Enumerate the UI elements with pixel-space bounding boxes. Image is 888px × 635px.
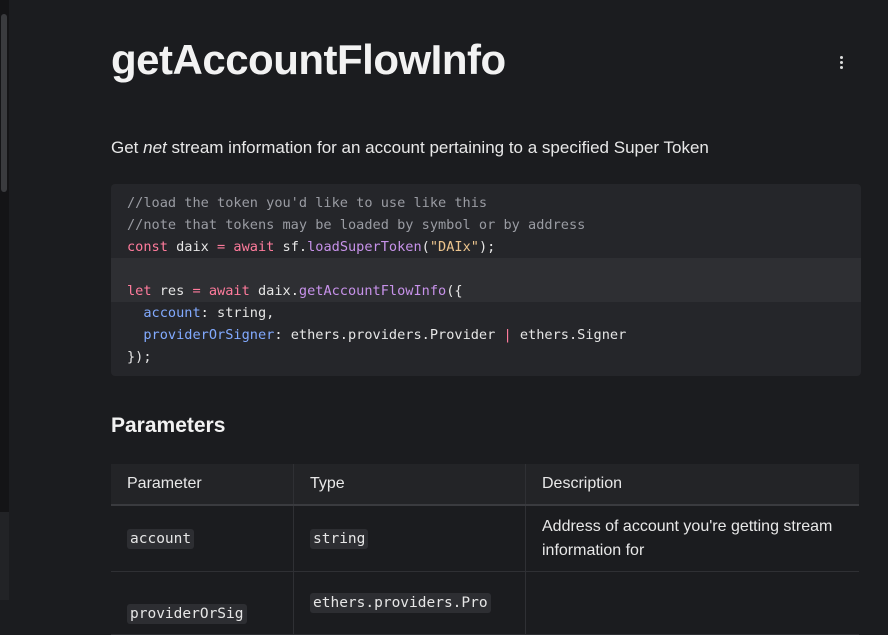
code-line: //load the token you'd like to use like …	[127, 195, 488, 211]
table-row: providerOrSig ethers.providers.Pro	[111, 571, 859, 635]
param-type: string	[310, 528, 369, 549]
code-line: account: string,	[127, 305, 275, 321]
parameters-heading: Parameters	[111, 414, 226, 437]
code-line: providerOrSigner: ethers.providers.Provi…	[127, 327, 627, 343]
type-cell: ethers.providers.Pro	[293, 571, 526, 635]
code-line: const daix = await sf.loadSuperToken("DA…	[127, 239, 496, 255]
code-block: //load the token you'd like to use like …	[111, 184, 861, 376]
more-vertical-icon[interactable]	[833, 54, 849, 76]
param-cell: account	[111, 505, 294, 572]
description-cell: Address of account you're getting stream…	[525, 505, 859, 572]
param-name: providerOrSig	[127, 604, 247, 624]
column-header-description: Description	[525, 464, 859, 506]
param-description: Address of account you're getting stream…	[542, 517, 833, 559]
scrollbar-thumb[interactable]	[1, 14, 7, 192]
intro-text: Get net stream information for an accoun…	[111, 138, 709, 157]
scrollbar[interactable]	[0, 0, 9, 600]
parameters-table: Parameter Type Description account strin…	[111, 464, 859, 635]
type-cell: string	[293, 505, 526, 572]
code-line: //note that tokens may be loaded by symb…	[127, 217, 586, 233]
param-name: account	[127, 528, 195, 549]
scrollbar-lower-track	[0, 512, 9, 600]
param-cell: providerOrSig	[111, 571, 294, 635]
code-line: let res = await daix.getAccountFlowInfo(…	[127, 283, 463, 299]
description-cell	[525, 571, 859, 635]
column-header-parameter: Parameter	[111, 464, 294, 506]
param-type: ethers.providers.Pro	[310, 593, 491, 613]
page-title: getAccountFlowInfo	[111, 36, 506, 83]
code-line: });	[127, 349, 152, 365]
table-row: account string Address of account you're…	[111, 505, 859, 572]
column-header-type: Type	[293, 464, 526, 506]
